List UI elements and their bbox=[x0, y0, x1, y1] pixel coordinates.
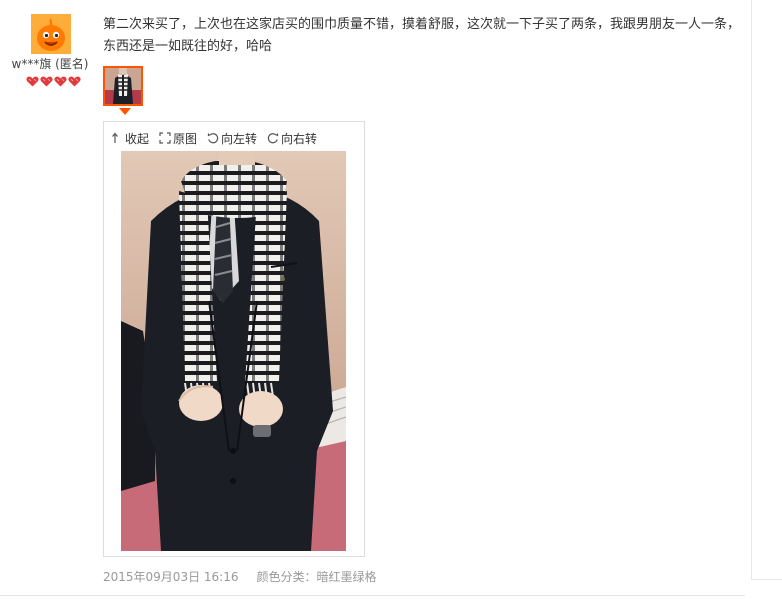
avatar[interactable] bbox=[31, 14, 71, 54]
expand-icon bbox=[159, 132, 171, 144]
right-divider bbox=[751, 0, 752, 580]
collapse-button[interactable]: 收起 bbox=[112, 130, 149, 147]
thumbnail-selected-pointer bbox=[119, 108, 131, 115]
review-photo-large[interactable] bbox=[121, 151, 346, 551]
rotate-right-icon bbox=[267, 133, 279, 144]
username: w***旗 (匿名) bbox=[11, 57, 89, 71]
buyer-rating bbox=[26, 76, 82, 88]
rotate-left-label: 向左转 bbox=[221, 131, 258, 146]
original-image-button[interactable]: 原图 bbox=[159, 130, 197, 147]
sku-info: 颜色分类：暗红墨绿格 bbox=[256, 570, 377, 584]
right-divider-foot bbox=[751, 579, 782, 580]
avatar-mascot-icon bbox=[31, 14, 71, 54]
red-heart-icon bbox=[54, 76, 67, 87]
red-heart-icon bbox=[40, 76, 53, 87]
red-heart-icon bbox=[68, 76, 81, 87]
review-date: 2015年09月03日 16:16 bbox=[103, 570, 239, 584]
rotate-left-button[interactable]: 向左转 bbox=[207, 130, 257, 147]
red-heart-icon bbox=[26, 76, 39, 87]
review-item: w***旗 (匿名) 第二次来买了，上次也在这家店买的围巾质量不错，摸着舒服，这… bbox=[0, 0, 745, 596]
collapse-arrow-icon bbox=[112, 132, 118, 143]
collapse-label: 收起 bbox=[125, 131, 150, 146]
rotate-left-icon bbox=[207, 133, 219, 144]
review-photo-thumbnail[interactable] bbox=[103, 66, 143, 106]
photo-man-in-scarf bbox=[121, 151, 346, 551]
photo-viewer: 收起 原图 向左转 向右转 bbox=[103, 121, 365, 557]
review-meta: 2015年09月03日 16:16 颜色分类：暗红墨绿格 bbox=[103, 568, 377, 585]
review-text: 第二次来买了，上次也在这家店买的围巾质量不错，摸着舒服，这次就一下子买了两条，我… bbox=[103, 17, 741, 54]
original-image-label: 原图 bbox=[173, 131, 198, 146]
rotate-right-button[interactable]: 向右转 bbox=[267, 130, 317, 147]
rotate-right-label: 向右转 bbox=[281, 131, 318, 146]
photo-viewer-toolbar: 收起 原图 向左转 向右转 bbox=[112, 129, 327, 147]
thumbnail-image bbox=[105, 68, 141, 104]
